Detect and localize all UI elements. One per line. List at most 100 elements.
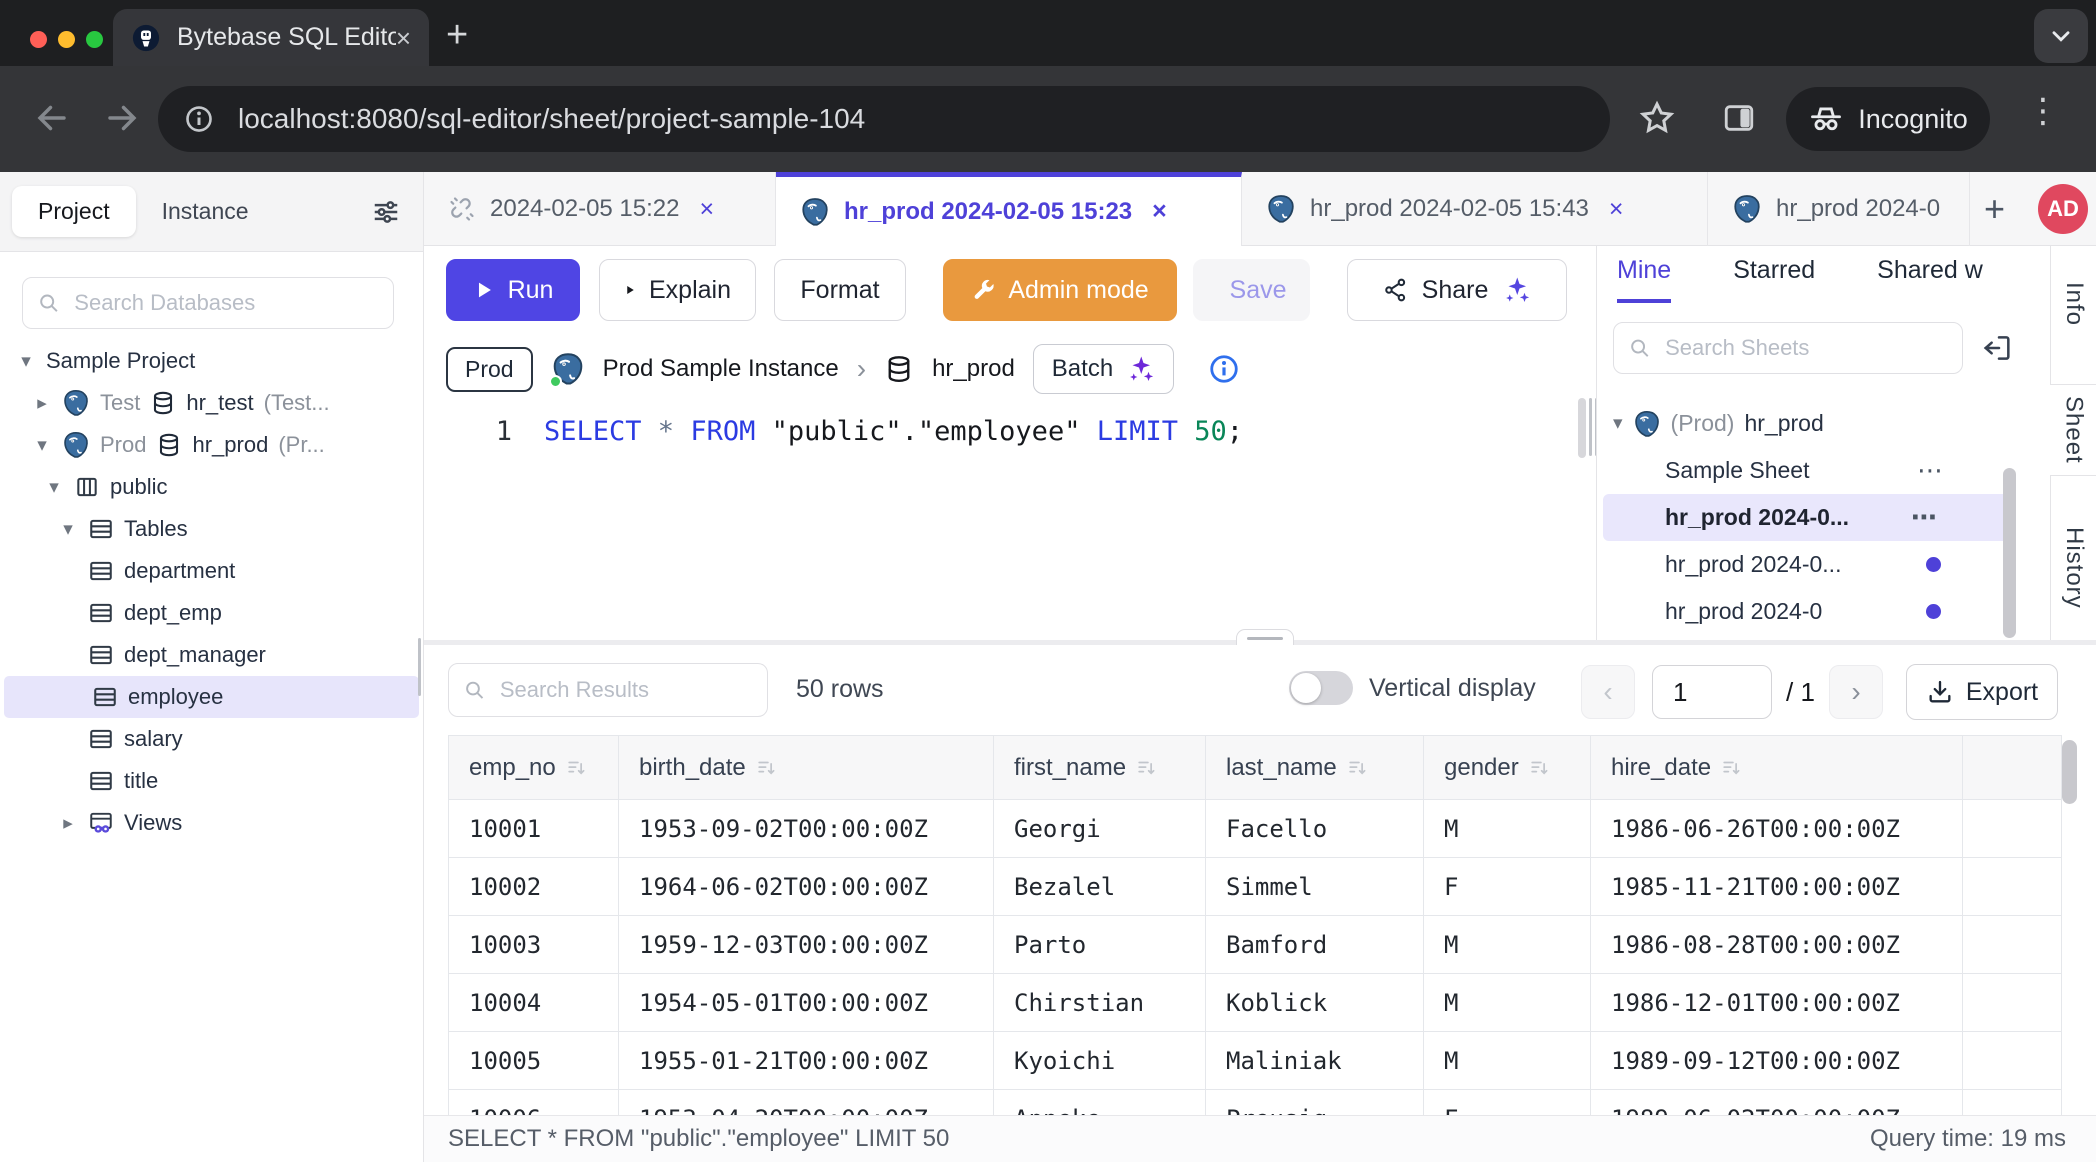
column-header-first_name[interactable]: first_name xyxy=(994,736,1206,800)
sidebar-resize-handle[interactable] xyxy=(418,638,421,696)
filter-sliders-icon[interactable] xyxy=(371,197,401,227)
sheet-panel-tab-starred[interactable]: Starred xyxy=(1733,256,1815,303)
vertical-display-toggle[interactable] xyxy=(1289,671,1353,705)
cell-gender[interactable]: M xyxy=(1424,916,1591,974)
environment-badge[interactable]: Prod xyxy=(446,347,533,392)
browser-menu-icon[interactable]: ⋮ xyxy=(2026,94,2060,128)
cell-gender[interactable]: M xyxy=(1424,974,1591,1032)
tree-item-table-dept_emp[interactable]: dept_emp xyxy=(0,592,423,634)
editor-tab-3[interactable]: hr_prod 2024-0 xyxy=(1708,172,1970,246)
column-header-last_name[interactable]: last_name xyxy=(1206,736,1424,800)
sheet-search[interactable] xyxy=(1613,322,1963,374)
cell-birth_date[interactable]: 1954-05-01T00:00:00Z xyxy=(619,974,994,1032)
sheet-item-0[interactable]: Sample Sheet⋯ xyxy=(1597,447,2017,494)
prev-page-button[interactable]: ‹ xyxy=(1581,665,1635,719)
sheet-panel-tab-mine[interactable]: Mine xyxy=(1617,256,1671,303)
side-panel-icon[interactable] xyxy=(1722,101,1756,135)
tree-group-tables[interactable]: ▾Tables xyxy=(0,508,423,550)
tab-close-icon[interactable]: × xyxy=(396,25,411,51)
column-header-birth_date[interactable]: birth_date xyxy=(619,736,994,800)
cell-last_name[interactable]: Bamford xyxy=(1206,916,1424,974)
cell-last_name[interactable]: Preusig xyxy=(1206,1090,1424,1116)
cell-hire_date[interactable]: 1986-12-01T00:00:00Z xyxy=(1591,974,1963,1032)
database-name[interactable]: hr_prod xyxy=(932,355,1015,383)
new-sheet-tab-button[interactable]: + xyxy=(1970,188,2019,230)
cell-birth_date[interactable]: 1964-06-02T00:00:00Z xyxy=(619,858,994,916)
back-icon[interactable] xyxy=(34,100,70,136)
cell-birth_date[interactable]: 1953-09-02T00:00:00Z xyxy=(619,800,994,858)
results-scrollbar[interactable] xyxy=(2062,740,2077,804)
cell-emp_no[interactable]: 10004 xyxy=(449,974,619,1032)
share-button[interactable]: Share xyxy=(1347,259,1567,321)
column-header-hire_date[interactable]: hire_date xyxy=(1591,736,1963,800)
column-header-gender[interactable]: gender xyxy=(1424,736,1591,800)
cell-hire_date[interactable]: 1989-09-12T00:00:00Z xyxy=(1591,1032,1963,1090)
panel-resize-handle[interactable] xyxy=(1589,398,1592,456)
close-tab-icon[interactable]: × xyxy=(1152,197,1167,226)
cell-last_name[interactable]: Simmel xyxy=(1206,858,1424,916)
cell-emp_no[interactable]: 10006 xyxy=(449,1090,619,1116)
cell-emp_no[interactable]: 10001 xyxy=(449,800,619,858)
browser-tab[interactable]: Bytebase SQL Editor × xyxy=(113,9,429,66)
tree-item-table-department[interactable]: department xyxy=(0,550,423,592)
results-search-input[interactable] xyxy=(498,676,753,704)
site-info-icon[interactable] xyxy=(184,104,214,134)
cell-first_name[interactable]: Anneke xyxy=(994,1090,1206,1116)
format-button[interactable]: Format xyxy=(774,259,906,321)
cell-birth_date[interactable]: 1953-04-20T00:00:00Z xyxy=(619,1090,994,1116)
tree-item-project[interactable]: ▾Sample Project xyxy=(0,340,423,382)
cell-last_name[interactable]: Koblick xyxy=(1206,974,1424,1032)
tab-overview-button[interactable] xyxy=(2034,9,2088,63)
cell-emp_no[interactable]: 10002 xyxy=(449,858,619,916)
info-icon[interactable] xyxy=(1208,353,1240,385)
cell-emp_no[interactable]: 10005 xyxy=(449,1032,619,1090)
sheet-item-1[interactable]: hr_prod 2024-0...⋯ xyxy=(1603,494,2011,541)
forward-icon[interactable] xyxy=(104,100,140,136)
next-page-button[interactable]: › xyxy=(1829,665,1883,719)
tree-item-table-employee[interactable]: employee xyxy=(4,676,419,718)
column-header-emp_no[interactable]: emp_no xyxy=(449,736,619,800)
sheet-item-menu-icon[interactable]: ⋯ xyxy=(1917,455,1945,486)
sql-editor[interactable]: 1 SELECT * FROM "public"."employee" LIMI… xyxy=(424,404,1596,640)
sheet-group[interactable]: ▾ (Prod) hr_prod xyxy=(1597,400,2017,447)
tree-item-table-salary[interactable]: salary xyxy=(0,718,423,760)
cell-first_name[interactable]: Bezalel xyxy=(994,858,1206,916)
rail-tab-info[interactable]: Info xyxy=(2051,256,2096,352)
save-button[interactable]: Save xyxy=(1193,259,1310,321)
tree-item-database-hr_prod[interactable]: ▾Prodhr_prod (Pr... xyxy=(0,424,423,466)
sheet-item-3[interactable]: hr_prod 2024-0 xyxy=(1597,588,2017,635)
editor-tab-1[interactable]: hr_prod 2024-02-05 15:23× xyxy=(776,172,1242,246)
editor-tab-2[interactable]: hr_prod 2024-02-05 15:43× xyxy=(1242,172,1708,246)
tab-project[interactable]: Project xyxy=(12,186,136,237)
mac-close-button[interactable] xyxy=(30,31,47,48)
avatar[interactable]: AD xyxy=(2038,184,2088,234)
results-search[interactable] xyxy=(448,663,768,717)
address-bar[interactable]: localhost:8080/sql-editor/sheet/project-… xyxy=(158,86,1610,152)
cell-hire_date[interactable]: 1986-06-26T00:00:00Z xyxy=(1591,800,1963,858)
cell-last_name[interactable]: Maliniak xyxy=(1206,1032,1424,1090)
cell-first_name[interactable]: Kyoichi xyxy=(994,1032,1206,1090)
run-button[interactable]: Run xyxy=(446,259,580,321)
cell-gender[interactable]: F xyxy=(1424,858,1591,916)
tree-item-database-hr_test[interactable]: ▸Testhr_test (Test... xyxy=(0,382,423,424)
collapse-panel-icon[interactable] xyxy=(1981,332,2013,364)
sheet-panel-tab-shared-w[interactable]: Shared w xyxy=(1877,256,1983,303)
tab-instance[interactable]: Instance xyxy=(136,186,275,237)
cell-hire_date[interactable]: 1989-06-02T00:00:00Z xyxy=(1591,1090,1963,1116)
sheet-item-menu-icon[interactable]: ⋯ xyxy=(1911,502,1939,533)
cell-birth_date[interactable]: 1959-12-03T00:00:00Z xyxy=(619,916,994,974)
instance-name[interactable]: Prod Sample Instance xyxy=(603,355,839,383)
batch-button[interactable]: Batch xyxy=(1033,344,1174,394)
tree-item-table-title[interactable]: title xyxy=(0,760,423,802)
new-tab-button[interactable]: + xyxy=(446,14,468,57)
cell-hire_date[interactable]: 1986-08-28T00:00:00Z xyxy=(1591,916,1963,974)
close-tab-icon[interactable]: × xyxy=(700,195,715,224)
admin-mode-button[interactable]: Admin mode xyxy=(943,259,1177,321)
sheet-search-input[interactable] xyxy=(1663,334,1948,362)
rail-tab-sheet[interactable]: Sheet xyxy=(2050,384,2096,476)
cell-hire_date[interactable]: 1985-11-21T00:00:00Z xyxy=(1591,858,1963,916)
cell-first_name[interactable]: Georgi xyxy=(994,800,1206,858)
sheet-list-scrollbar[interactable] xyxy=(2003,468,2016,638)
mac-minimize-button[interactable] xyxy=(58,31,75,48)
bookmark-star-icon[interactable] xyxy=(1638,99,1676,137)
